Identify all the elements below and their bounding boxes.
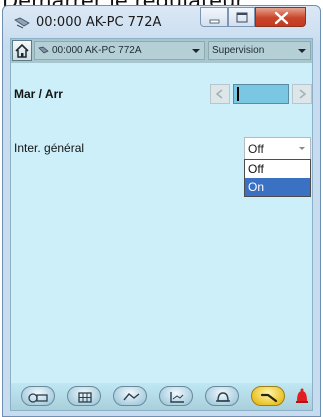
page-field[interactable] — [233, 84, 289, 104]
device-icon — [38, 46, 49, 54]
maximize-icon — [236, 12, 248, 23]
chevron-down-icon — [192, 49, 200, 53]
graph-icon — [170, 392, 184, 403]
home-button[interactable] — [12, 40, 32, 61]
wrench-icon — [260, 393, 278, 403]
main-switch-select[interactable]: Off — [244, 137, 311, 159]
main-switch-value: Off — [248, 142, 264, 156]
main-switch-options: Off On — [244, 159, 311, 197]
title-bar[interactable]: 00:000 AK-PC 772A — [3, 6, 320, 38]
tab-alarms[interactable] — [205, 386, 239, 406]
alarm-bell-icon — [216, 392, 230, 402]
home-icon — [15, 43, 29, 58]
previous-page-button[interactable] — [210, 84, 230, 104]
tab-table[interactable] — [67, 386, 101, 406]
window-title: 00:000 AK-PC 772A — [36, 15, 162, 30]
arrow-left-icon — [215, 89, 223, 99]
plant-overview-icon — [28, 393, 48, 403]
client-area: 00:000 AK-PC 772A Supervision Mar / Arr — [10, 38, 313, 411]
tab-plant-overview[interactable] — [21, 386, 55, 406]
device-select-value: 00:000 AK-PC 772A — [52, 45, 142, 56]
close-icon — [274, 11, 289, 25]
alarm-indicator-icon[interactable] — [294, 387, 310, 405]
compressor-icon — [123, 393, 140, 401]
close-button[interactable] — [255, 7, 306, 27]
maximize-button[interactable] — [228, 7, 255, 27]
main-switch-label: Inter. général — [14, 141, 85, 155]
mode-select-value: Supervision — [212, 45, 265, 56]
app-icon — [14, 17, 30, 29]
toolbar: 00:000 AK-PC 772A Supervision — [11, 39, 312, 63]
bottom-tab-bar — [11, 383, 312, 410]
table-icon — [78, 392, 92, 403]
tab-configuration[interactable] — [251, 386, 285, 406]
minimize-button[interactable] — [200, 7, 228, 27]
chevron-down-icon — [299, 147, 305, 150]
app-window: 00:000 AK-PC 772A 00:000 AK-PC 772A Supe… — [2, 5, 321, 417]
device-select[interactable]: 00:000 AK-PC 772A — [34, 41, 205, 60]
next-page-button[interactable] — [292, 84, 312, 104]
arrow-right-icon — [299, 89, 307, 99]
tab-graph[interactable] — [159, 386, 193, 406]
mode-select[interactable]: Supervision — [208, 41, 311, 60]
option-on[interactable]: On — [245, 178, 310, 196]
chevron-down-icon — [298, 49, 306, 53]
page-heading: Mar / Arr — [14, 87, 63, 101]
minimize-icon — [209, 19, 220, 24]
option-off[interactable]: Off — [245, 160, 310, 178]
text-caret — [237, 87, 239, 101]
tab-compressor[interactable] — [113, 386, 147, 406]
